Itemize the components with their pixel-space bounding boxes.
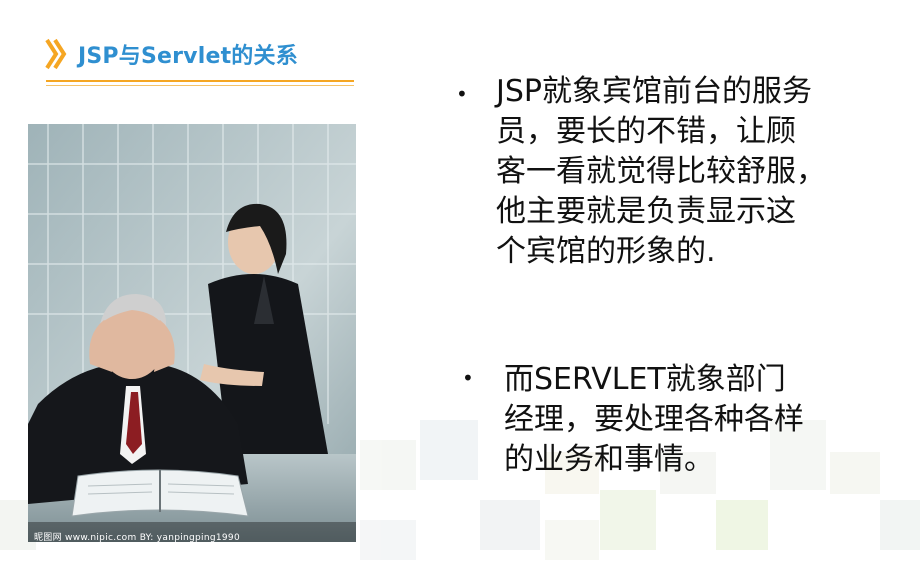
- double-chevron-right-icon: [45, 38, 67, 70]
- slide-title-group: JSP与Servlet的关系: [44, 38, 298, 70]
- bullet-item-servlet: • 而SERVLET就象部门 经理，要处理各种各样 的业务和事情。: [462, 360, 882, 480]
- title-underline: [46, 80, 354, 86]
- bullet-marker: •: [462, 366, 474, 390]
- business-photo: [28, 124, 356, 542]
- bullet-item-jsp: • JSP就象宾馆前台的服务 员，要长的不错，让顾 客一看就觉得比较舒服， 他主…: [456, 72, 876, 272]
- image-watermark: 昵图网 www.nipic.com BY: yanpingping1990: [34, 533, 240, 543]
- bullet-text: 而SERVLET就象部门 经理，要处理各种各样 的业务和事情。: [504, 362, 804, 477]
- bullet-marker: •: [456, 82, 468, 106]
- slide-title: JSP与Servlet的关系: [78, 44, 298, 69]
- bullet-text: JSP就象宾馆前台的服务 员，要长的不错，让顾 客一看就觉得比较舒服， 他主要就…: [496, 74, 826, 269]
